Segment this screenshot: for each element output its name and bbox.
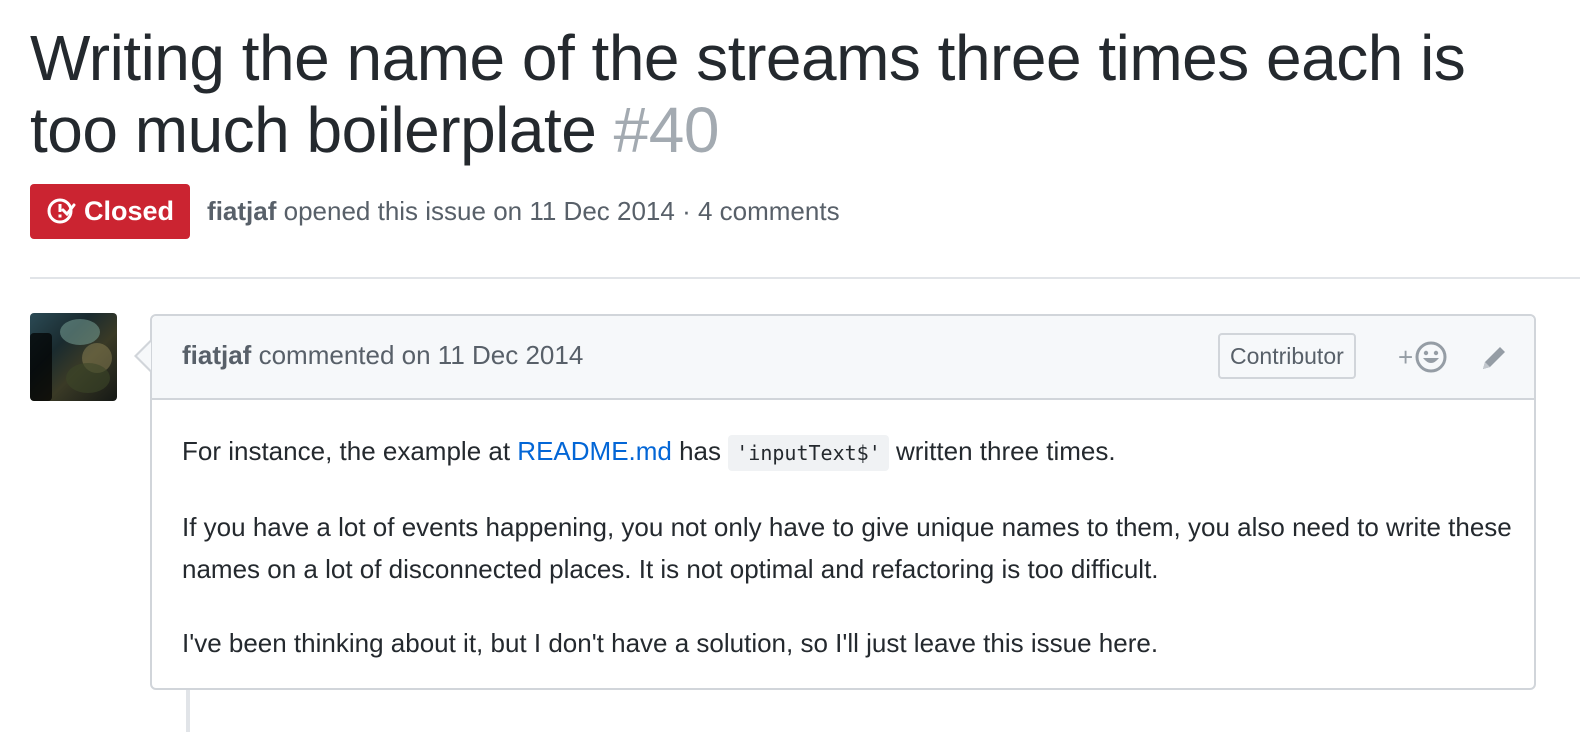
comment-timestamp[interactable]: commented on 11 Dec 2014 bbox=[259, 340, 584, 370]
issue-number: #40 bbox=[613, 94, 720, 166]
contributor-label: Contributor bbox=[1218, 333, 1356, 379]
comment-paragraph: For instance, the example at README.md h… bbox=[182, 430, 1512, 474]
issue-meta: Closed fiatjaf opened this issue on 11 D… bbox=[30, 183, 840, 239]
body-text: written three times. bbox=[888, 436, 1116, 466]
body-text: For instance, the example at bbox=[182, 436, 518, 466]
comment-body: For instance, the example at README.md h… bbox=[182, 430, 1512, 696]
issue-title-text: Writing the name of the streams three ti… bbox=[30, 22, 1466, 166]
comment-meta: fiatjaf commented on 11 Dec 2014 bbox=[182, 340, 583, 371]
issue-closed-icon bbox=[47, 198, 76, 224]
issue-title: Writing the name of the streams three ti… bbox=[30, 22, 1560, 166]
comment-paragraph: I've been thinking about it, but I don't… bbox=[182, 628, 1159, 658]
issue-author-link[interactable]: fiatjaf bbox=[207, 196, 276, 226]
comment-author-link[interactable]: fiatjaf bbox=[182, 340, 251, 370]
add-reaction-button[interactable]: + bbox=[1398, 340, 1448, 374]
body-text: has bbox=[671, 436, 729, 466]
inline-code: 'inputText$' bbox=[728, 435, 889, 471]
state-badge: Closed bbox=[30, 183, 191, 239]
issue-opened-text: fiatjaf opened this issue on 11 Dec 2014… bbox=[207, 196, 840, 227]
comment-header: fiatjaf commented on 11 Dec 2014 Contrib… bbox=[152, 316, 1534, 400]
comment-box: fiatjaf commented on 11 Dec 2014 Contrib… bbox=[150, 314, 1536, 690]
comment-caret-fill bbox=[137, 342, 151, 370]
opened-details: opened this issue on 11 Dec 2014 · 4 com… bbox=[283, 195, 840, 226]
reaction-plus: + bbox=[1398, 341, 1414, 372]
avatar[interactable] bbox=[30, 313, 117, 401]
pencil-icon bbox=[1483, 347, 1505, 369]
smiley-icon bbox=[1415, 341, 1447, 373]
header-divider bbox=[30, 277, 1580, 279]
state-label: Closed bbox=[84, 195, 175, 226]
readme-link[interactable]: README.md bbox=[517, 436, 672, 466]
timeline-line bbox=[186, 690, 190, 732]
comment-paragraph: If you have a lot of events happening, y… bbox=[182, 512, 1512, 584]
edit-comment-button[interactable] bbox=[1478, 342, 1510, 379]
